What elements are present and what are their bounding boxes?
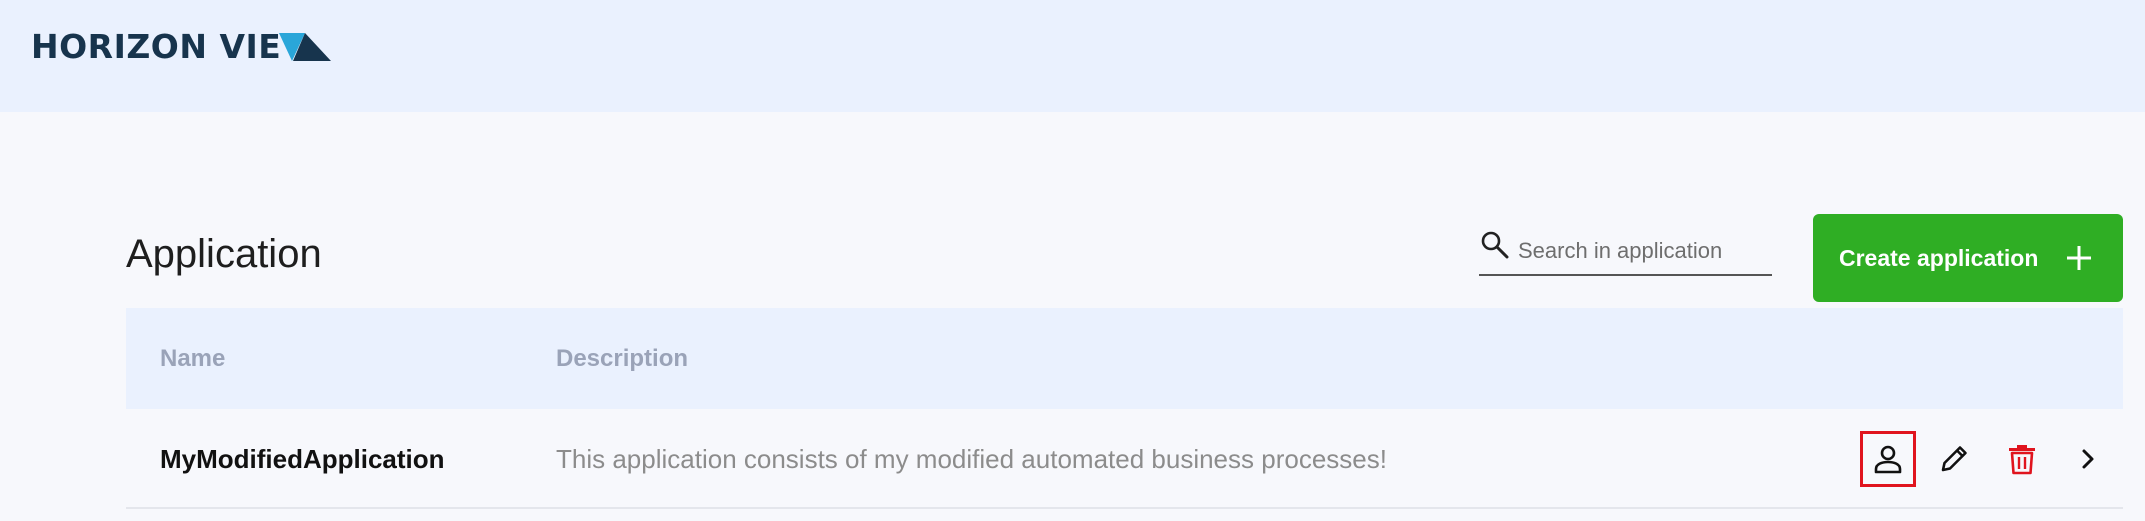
delete-button[interactable] [1994,431,2050,487]
trash-icon [2009,445,2035,475]
search-field[interactable] [1479,230,1772,276]
user-icon [1874,445,1902,474]
create-application-button[interactable]: Create application [1813,214,2123,302]
chevron-right-icon [2082,449,2094,469]
search-input[interactable] [1518,236,1768,266]
top-bar: HORIZON VIE [0,0,2145,112]
logo-text: HORIZON VIE [31,27,282,66]
column-header-name[interactable]: Name [160,344,225,374]
pencil-icon [1941,446,1967,472]
logo-w-mark-icon [279,33,332,61]
table-header: Name Description [126,308,2123,409]
plus-icon [2067,246,2091,270]
application-description: This application consists of my modified… [556,444,1387,474]
application-name[interactable]: MyModifiedApplication [160,443,445,475]
page-title: Application [126,232,322,276]
search-icon [1481,231,1509,259]
logo[interactable]: HORIZON VIE [31,27,332,67]
table-row[interactable]: MyModifiedApplication This application c… [126,409,2123,509]
open-application-button[interactable] [2060,431,2116,487]
permissions-button[interactable] [1860,431,1916,487]
edit-button[interactable] [1926,431,1982,487]
column-header-description[interactable]: Description [556,344,688,374]
create-application-label: Create application [1839,245,2039,271]
